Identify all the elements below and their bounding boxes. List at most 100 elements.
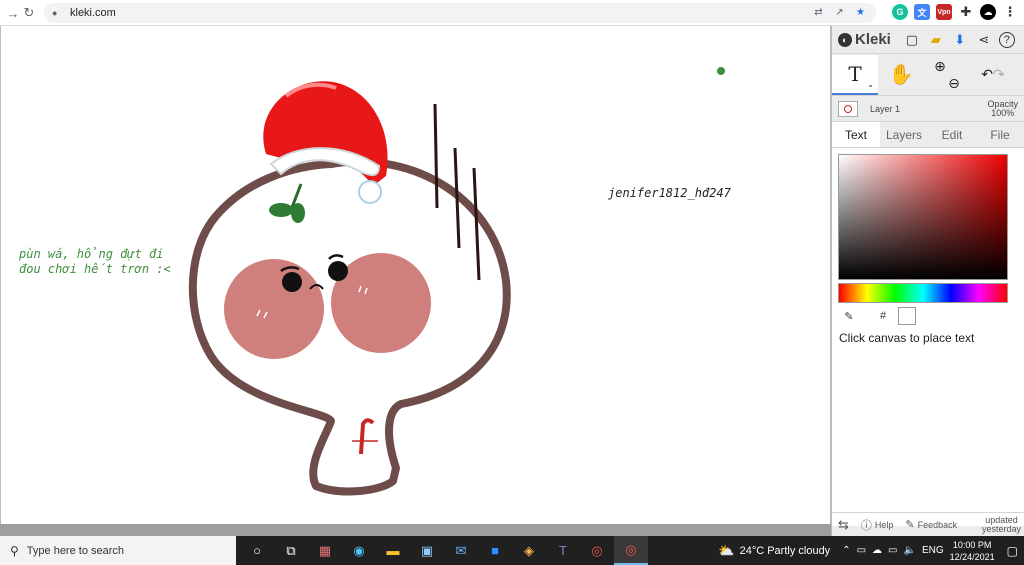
updated-line: yesterday <box>981 523 1021 534</box>
feedback-link[interactable]: ✎ Feedback <box>899 518 963 531</box>
tab-file[interactable]: File <box>976 122 1024 147</box>
left-eye <box>282 272 302 292</box>
network-icon[interactable]: ▭ <box>888 545 897 556</box>
undo-icon[interactable]: ↶ <box>981 66 993 83</box>
hand-tool-button[interactable]: ✋ <box>878 55 924 95</box>
help-icon[interactable]: ? <box>998 31 1015 48</box>
translate-icon[interactable]: ⇄ <box>812 6 825 19</box>
clock[interactable]: 10:00 PM 12/24/2021 <box>950 539 995 563</box>
hue-slider[interactable] <box>838 283 1008 303</box>
help-circle-icon: ⓘ <box>860 519 872 532</box>
signature-text: jenifer1812_hđ247 <box>608 186 731 200</box>
mail-icon[interactable]: ✉ <box>444 536 478 565</box>
hat-pompom <box>358 180 382 204</box>
browser-menu-icon[interactable]: ⋮ <box>1002 4 1018 20</box>
text-tool-icon: T <box>848 61 862 86</box>
panel-header: ◐ Kleki ▢ ▰ ⬇ ⋖ ? <box>832 26 1024 54</box>
caption-text: pùn wá, hổng đựt đi đou chơi hết trơn :< <box>19 247 171 277</box>
left-cheek <box>224 259 324 359</box>
new-canvas-icon[interactable]: ▢ <box>903 31 921 49</box>
canvas-bottom-bar <box>0 524 831 536</box>
layer-preview[interactable]: Layer 1 Opacity 100% <box>832 96 1024 122</box>
opacity-display: Opacity 100% <box>987 99 1018 118</box>
kleki-logo-icon: ◐ <box>838 32 852 47</box>
swap-icon[interactable]: ⇆ <box>832 517 855 533</box>
color-tools: ✎ # <box>838 307 916 325</box>
edge-icon[interactable]: ◉ <box>342 536 376 565</box>
chrome-icon[interactable]: ◎ <box>580 536 614 565</box>
caption-line: pùn wá, hổng đựt đi <box>19 247 164 261</box>
bookmark-star-icon[interactable]: ★ <box>854 6 867 19</box>
color-saturation-picker[interactable] <box>838 154 1008 280</box>
text-tab-body: ✎ # Click canvas to place text <box>832 148 1024 526</box>
color-swatch[interactable] <box>898 307 916 325</box>
address-url: kleki.com <box>70 7 116 19</box>
layer-thumb-icon <box>844 104 852 113</box>
translate-extension-icon[interactable]: 文 <box>914 4 930 20</box>
gloom-line-1 <box>433 103 439 209</box>
tab-text[interactable]: Text <box>832 122 880 147</box>
opacity-value: 100% <box>991 107 1015 118</box>
feedback-label: Feedback <box>917 519 958 530</box>
cortana-icon[interactable]: ○ <box>240 536 274 565</box>
share-icon[interactable]: ↗ <box>833 6 846 19</box>
chrome-active-icon[interactable]: ◎ <box>614 536 648 565</box>
clock-date: 12/24/2021 <box>949 551 995 562</box>
help-link[interactable]: ⓘ Help <box>855 517 900 533</box>
taskbar-apps: ○ ⧉ ▦ ◉ ▬ ▣ ✉ ■ ◈ T ◎ ◎ <box>240 536 648 565</box>
layer-name: Layer 1 <box>870 103 901 114</box>
layer-thumbnail <box>838 100 858 117</box>
task-view-icon[interactable]: ⧉ <box>274 536 308 565</box>
text-tool-button[interactable]: T ⌄ <box>832 54 878 95</box>
profile-avatar[interactable]: ☁ <box>980 4 996 20</box>
weather-widget[interactable]: ⛅ 24°C Partly cloudy <box>718 543 830 559</box>
teams-icon[interactable]: T <box>546 536 580 565</box>
green-dot <box>717 67 725 75</box>
share-icon[interactable]: ⋖ <box>975 31 993 49</box>
open-folder-icon[interactable]: ▰ <box>927 31 945 49</box>
weather-text: 24°C Partly cloudy <box>739 544 831 557</box>
zoom-out-icon[interactable]: ⊖ <box>948 75 960 92</box>
taskbar-search[interactable]: ⚲ Type here to search <box>0 536 236 565</box>
volume-icon[interactable]: 🔈 <box>903 545 915 556</box>
zoom-in-icon[interactable]: ⊕ <box>934 58 946 75</box>
feedback-icon: ✎ <box>905 519 915 531</box>
paint-icon[interactable]: ◈ <box>512 536 546 565</box>
vpn-extension-icon[interactable]: Vpn <box>936 4 952 20</box>
kleki-logo[interactable]: ◐ Kleki <box>838 31 891 48</box>
onedrive-icon[interactable]: ☁ <box>872 545 882 556</box>
chevron-up-icon[interactable]: ⌃ <box>842 545 850 556</box>
drawing-canvas[interactable]: jenifer1812_hđ247 pùn wá, hổng đựt đi đo… <box>0 26 831 524</box>
help-label: Help <box>874 519 894 530</box>
eyedropper-icon[interactable]: ✎ <box>838 307 860 325</box>
reload-icon[interactable]: ↻ <box>18 2 40 24</box>
kleki-panel: ◐ Kleki ▢ ▰ ⬇ ⋖ ? T ⌄ ✋ ⊕ ⊖ ↶ ↷ Layer 1 … <box>831 26 1024 536</box>
hand-icon: ✋ <box>888 64 914 86</box>
tab-layers[interactable]: Layers <box>880 122 928 147</box>
search-icon: ⚲ <box>10 543 19 558</box>
lock-icon: ● <box>52 8 58 18</box>
language-indicator[interactable]: ENG <box>922 545 944 556</box>
clock-time: 10:00 PM <box>952 539 992 550</box>
notifications-icon[interactable]: ▢ <box>1007 544 1018 558</box>
hex-input-button[interactable]: # <box>872 307 894 325</box>
panel-footer: ⇆ ⓘ Help ✎ Feedback updated yesterday <box>832 512 1024 536</box>
panel-tabs: Text Layers Edit File <box>832 122 1024 148</box>
redo-icon[interactable]: ↷ <box>993 66 1005 83</box>
search-placeholder: Type here to search <box>26 544 125 557</box>
download-icon[interactable]: ⬇ <box>951 31 969 49</box>
tool-row: T ⌄ ✋ ⊕ ⊖ ↶ ↷ <box>832 54 1024 96</box>
sprout-leaf-left <box>269 203 293 217</box>
chevron-down-icon[interactable]: ⌄ <box>867 80 874 89</box>
system-tray: ⛅ 24°C Partly cloudy ⌃ ▭ ☁ ▭ 🔈 ENG 10:00… <box>718 536 1024 565</box>
address-bar[interactable]: ● kleki.com <box>44 3 876 23</box>
tab-edit[interactable]: Edit <box>928 122 976 147</box>
meet-now-icon[interactable]: ▭ <box>857 545 866 556</box>
kleki-app-name: Kleki <box>855 31 891 48</box>
file-explorer-icon[interactable]: ▬ <box>376 536 410 565</box>
app-icon[interactable]: ▦ <box>308 536 342 565</box>
extensions-puzzle-icon[interactable]: ✚ <box>958 4 974 20</box>
grammarly-extension-icon[interactable]: G <box>892 4 908 20</box>
zoom-app-icon[interactable]: ■ <box>478 536 512 565</box>
store-icon[interactable]: ▣ <box>410 536 444 565</box>
